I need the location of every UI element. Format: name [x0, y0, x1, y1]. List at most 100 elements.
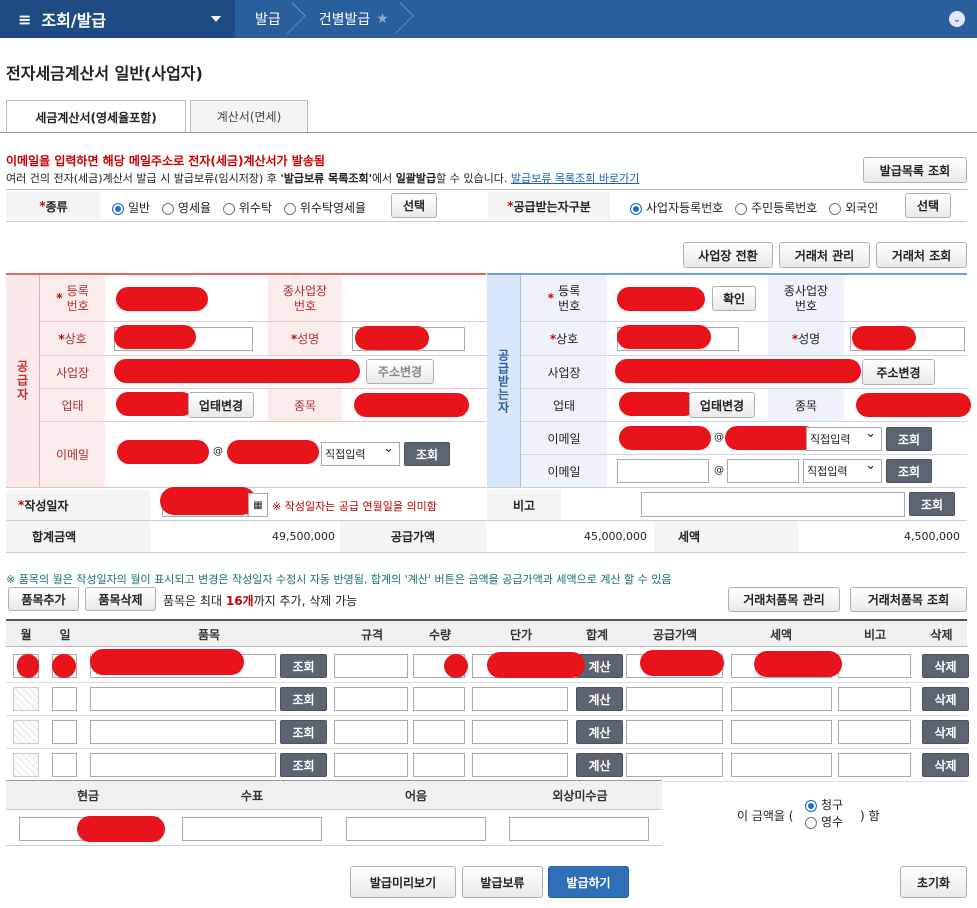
row-item-input[interactable]: [90, 753, 276, 777]
kind-radio-group[interactable]: 일반 영세율 위수탁 위수탁영세율: [112, 199, 366, 216]
hold-list-button[interactable]: 발급목록 조회: [863, 157, 967, 183]
row-item-search-button[interactable]: 조회: [280, 753, 327, 777]
calendar-icon[interactable]: ▦: [248, 493, 268, 517]
redacted: [852, 326, 916, 350]
row-supply-input[interactable]: [626, 753, 723, 777]
radio-resident-no[interactable]: [735, 202, 748, 215]
row-spec-input[interactable]: [334, 654, 408, 678]
redacted: [116, 392, 194, 416]
row-day-input[interactable]: [52, 687, 77, 711]
row-supply-input[interactable]: [626, 687, 723, 711]
remark-input[interactable]: [641, 492, 905, 517]
kind-select-button[interactable]: 선택: [391, 193, 437, 218]
row-delete-button[interactable]: 삭제: [922, 720, 969, 744]
row-calc-button[interactable]: 계산: [576, 753, 623, 777]
row-delete-button[interactable]: 삭제: [922, 654, 969, 678]
row-remark-input[interactable]: [838, 654, 911, 678]
add-item-button[interactable]: 품목추가: [8, 587, 79, 611]
row-calc-button[interactable]: 계산: [576, 687, 623, 711]
row-delete-button[interactable]: 삭제: [922, 753, 969, 777]
row-item-search-button[interactable]: 조회: [280, 687, 327, 711]
row-item-input[interactable]: [90, 720, 276, 744]
client-search-button[interactable]: 거래처 조회: [876, 242, 967, 268]
row-supply-input[interactable]: [626, 720, 723, 744]
hold-button[interactable]: 발급보류: [462, 866, 543, 898]
tab-tax-invoice[interactable]: 세금계산서(영세율포함): [6, 100, 186, 133]
item-limit-note: 품목은 최대 16개까지 추가, 삭제 가능: [163, 594, 358, 608]
radio-biz-no[interactable]: [630, 202, 642, 215]
col-qty: 수량: [428, 627, 452, 642]
receiver-type-radio-group[interactable]: 사업자등록번호 주민등록번호 외국인: [630, 199, 878, 216]
row-tax-input[interactable]: [731, 687, 832, 711]
receiver-biz-change-button[interactable]: 업태변경: [689, 392, 755, 418]
row-day-input[interactable]: [52, 753, 77, 777]
receiver-email2-id-input[interactable]: [617, 459, 709, 483]
row-delete-button[interactable]: 삭제: [922, 687, 969, 711]
supplier-email-domain-select[interactable]: 직접입력: [321, 441, 400, 466]
issue-button[interactable]: 발급하기: [548, 866, 629, 898]
preview-button[interactable]: 발급미리보기: [350, 866, 456, 898]
supplier-name-label: 상호: [40, 322, 105, 355]
radio-zero-rate[interactable]: [161, 202, 174, 215]
row-unit-price-input[interactable]: [472, 753, 568, 777]
receiver-email-domain-select[interactable]: 직접입력: [806, 426, 882, 451]
menu-button[interactable]: ≡ 조회/발급: [0, 0, 235, 38]
payment-note-input[interactable]: [346, 817, 486, 841]
radio-foreigner[interactable]: [829, 202, 842, 215]
receiver-email-search-button[interactable]: 조회: [886, 427, 932, 451]
row-remark-input[interactable]: [838, 753, 911, 777]
receiver-email2-domain-select[interactable]: 직접입력: [803, 458, 882, 483]
supplier-biz-change-button[interactable]: 업태변경: [188, 392, 254, 418]
row-unit-price-input[interactable]: [472, 720, 568, 744]
amount-type-radio-group[interactable]: 청구 영수: [805, 797, 843, 831]
star-icon[interactable]: ★: [376, 11, 389, 27]
row-tax-input[interactable]: [731, 753, 832, 777]
row-qty-input[interactable]: [413, 687, 465, 711]
payment-check-input[interactable]: [182, 817, 322, 841]
row-item-search-button[interactable]: 조회: [280, 720, 327, 744]
row-spec-input[interactable]: [334, 687, 408, 711]
hold-list-link[interactable]: 발급보류 목록조회 바로가기: [511, 172, 639, 185]
row-spec-input[interactable]: [334, 720, 408, 744]
row-tax-input[interactable]: [731, 720, 832, 744]
row-spec-input[interactable]: [334, 753, 408, 777]
row-remark-input[interactable]: [838, 687, 911, 711]
row-unit-price-input[interactable]: [472, 687, 568, 711]
chevron-down-icon[interactable]: ⌄: [949, 11, 965, 27]
breadcrumb-single-issue[interactable]: 건별발급 ★: [299, 0, 407, 38]
radio-claim[interactable]: [805, 799, 817, 812]
row-qty-input[interactable]: [413, 753, 465, 777]
tab-invoice-exempt[interactable]: 계산서(면세): [190, 100, 308, 132]
supplier-email-search-button[interactable]: 조회: [404, 442, 450, 466]
payment-credit-input[interactable]: [509, 817, 649, 841]
radio-general[interactable]: [112, 202, 124, 215]
supplier-address-change-button[interactable]: 주소변경: [366, 359, 434, 384]
client-item-search-button[interactable]: 거래처품목 조회: [850, 587, 967, 612]
radio-consign[interactable]: [222, 202, 235, 215]
row-remark-input[interactable]: [838, 720, 911, 744]
receiver-email2-search-button[interactable]: 조회: [886, 459, 932, 483]
delete-item-button[interactable]: 품목삭제: [85, 587, 156, 611]
client-item-manage-button[interactable]: 거래처품목 관리: [728, 587, 840, 612]
total-amount-value: 49,500,000: [272, 530, 335, 543]
client-manage-button[interactable]: 거래처 관리: [779, 242, 870, 268]
top-navigation-bar: ≡ 조회/발급 발급 건별발급 ★: [0, 0, 977, 38]
biz-switch-button[interactable]: 사업장 전환: [683, 242, 773, 268]
remark-search-button[interactable]: 조회: [909, 492, 955, 516]
row-item-search-button[interactable]: 조회: [280, 654, 327, 678]
receiver-email2-domain-input[interactable]: [727, 459, 799, 483]
receiver-select-button[interactable]: 선택: [905, 193, 951, 218]
radio-receipt[interactable]: [805, 816, 817, 829]
col-item: 품목: [197, 627, 221, 642]
row-day-input[interactable]: [52, 720, 77, 744]
row-calc-button[interactable]: 계산: [576, 720, 623, 744]
row-item-input[interactable]: [90, 687, 276, 711]
receiver-side-label: 공급받는자: [487, 275, 520, 487]
radio-consign-zero[interactable]: [283, 202, 296, 215]
receiver-address-change-button[interactable]: 주소변경: [862, 359, 935, 385]
reset-button[interactable]: 초기화: [900, 866, 967, 898]
receiver-item-label: 종목: [768, 389, 844, 421]
breadcrumb-issue[interactable]: 발급: [235, 0, 299, 38]
row-qty-input[interactable]: [413, 720, 465, 744]
receiver-confirm-button[interactable]: 확인: [712, 286, 756, 311]
